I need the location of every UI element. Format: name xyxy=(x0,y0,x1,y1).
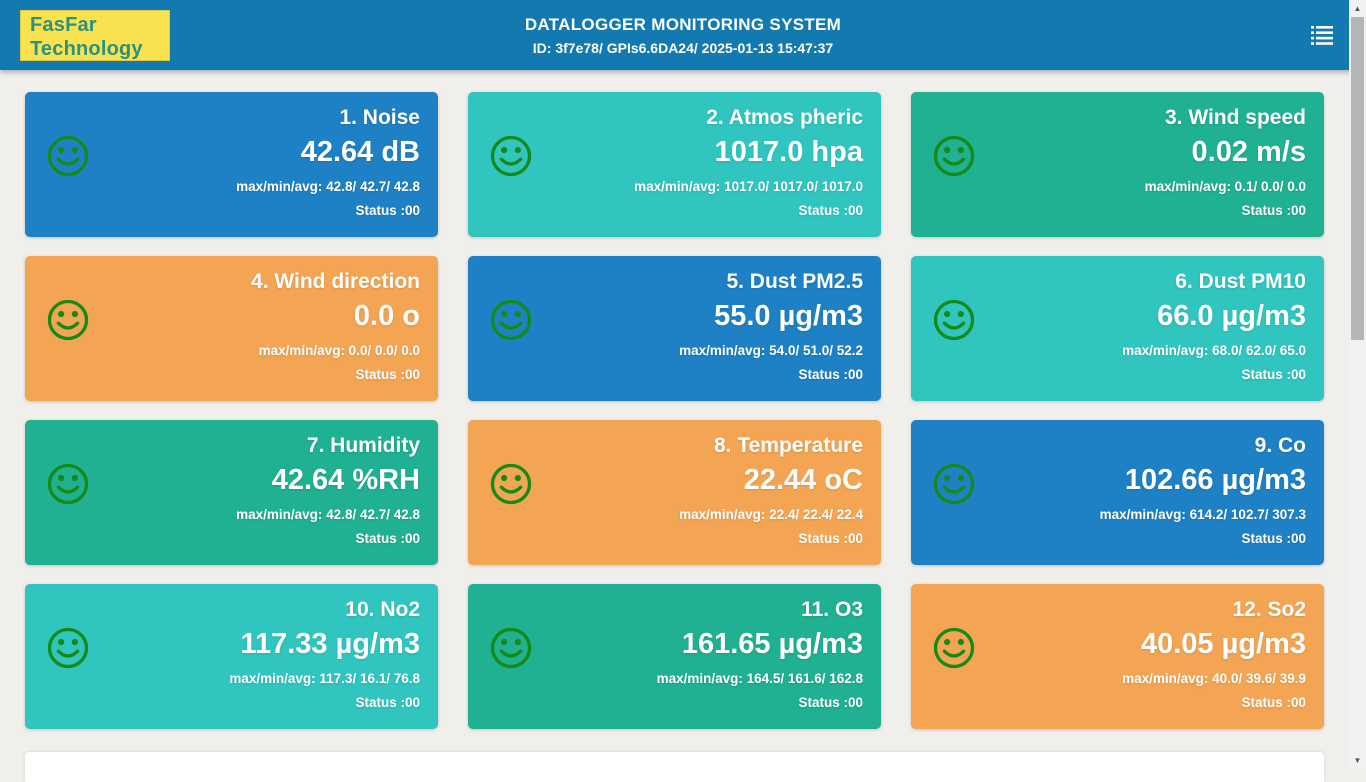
sensor-stats: max/min/avg: 1017.0/ 1017.0/ 1017.0 xyxy=(634,174,863,199)
sensor-card-co[interactable]: 9. Co 102.66 µg/m3 max/min/avg: 614.2/ 1… xyxy=(911,420,1324,565)
sensor-status: Status :00 xyxy=(1241,691,1306,715)
sensor-title: 10. No2 xyxy=(345,596,420,624)
sensor-title: 6. Dust PM10 xyxy=(1175,268,1306,296)
sensor-card-o3[interactable]: 11. O3 161.65 µg/m3 max/min/avg: 164.5/ … xyxy=(468,584,881,729)
scroll-up-icon[interactable]: ▲ xyxy=(1349,0,1366,16)
sensor-title: 8. Temperature xyxy=(714,432,863,460)
sensor-card-humidity[interactable]: 7. Humidity 42.64 %RH max/min/avg: 42.8/… xyxy=(25,420,438,565)
sensor-value: 117.33 µg/m3 xyxy=(240,624,420,664)
sensor-value: 42.64 dB xyxy=(301,132,420,172)
sensor-stats: max/min/avg: 68.0/ 62.0/ 65.0 xyxy=(1122,338,1306,363)
sensor-title: 11. O3 xyxy=(801,596,863,624)
sensor-value: 40.05 µg/m3 xyxy=(1141,624,1306,664)
sensor-status: Status :00 xyxy=(355,691,420,715)
sensor-value: 102.66 µg/m3 xyxy=(1125,460,1306,500)
sensor-title: 3. Wind speed xyxy=(1165,104,1306,132)
smiley-face-icon xyxy=(489,134,533,178)
device-id-and-timestamp: ID: 3f7e78/ GPIs6.6DA24/ 2025-01-13 15:4… xyxy=(533,40,833,56)
sensor-card-grid: 1. Noise 42.64 dB max/min/avg: 42.8/ 42.… xyxy=(25,92,1324,729)
sensor-stats: max/min/avg: 117.3/ 16.1/ 76.8 xyxy=(229,666,420,691)
sensor-title: 12. So2 xyxy=(1232,596,1306,624)
sensor-stats: max/min/avg: 0.0/ 0.0/ 0.0 xyxy=(259,338,420,363)
sensor-status: Status :00 xyxy=(798,691,863,715)
smiley-face-icon xyxy=(932,134,976,178)
smiley-face-icon xyxy=(46,134,90,178)
sensor-stats: max/min/avg: 54.0/ 51.0/ 52.2 xyxy=(679,338,863,363)
page-title: DATALOGGER MONITORING SYSTEM xyxy=(525,15,841,35)
sensor-card-noise[interactable]: 1. Noise 42.64 dB max/min/avg: 42.8/ 42.… xyxy=(25,92,438,237)
vertical-scrollbar[interactable]: ▲ ▼ xyxy=(1349,0,1366,768)
sensor-value: 55.0 µg/m3 xyxy=(714,296,863,336)
smiley-face-icon xyxy=(932,626,976,670)
next-section-panel xyxy=(25,752,1324,782)
scroll-down-icon[interactable]: ▼ xyxy=(1349,752,1366,768)
sensor-value: 0.02 m/s xyxy=(1192,132,1306,172)
smiley-face-icon xyxy=(46,298,90,342)
sensor-card-wind-speed[interactable]: 3. Wind speed 0.02 m/s max/min/avg: 0.1/… xyxy=(911,92,1324,237)
sensor-title: 9. Co xyxy=(1255,432,1306,460)
sensor-status: Status :00 xyxy=(355,199,420,223)
smiley-face-icon xyxy=(46,626,90,670)
sensor-stats: max/min/avg: 22.4/ 22.4/ 22.4 xyxy=(679,502,863,527)
sensor-value: 22.44 oC xyxy=(744,460,863,500)
sensor-status: Status :00 xyxy=(355,363,420,387)
sensor-title: 1. Noise xyxy=(339,104,420,132)
sensor-status: Status :00 xyxy=(355,527,420,551)
sensor-card-dust-pm10[interactable]: 6. Dust PM10 66.0 µg/m3 max/min/avg: 68.… xyxy=(911,256,1324,401)
sensor-stats: max/min/avg: 0.1/ 0.0/ 0.0 xyxy=(1145,174,1306,199)
sensor-title: 4. Wind direction xyxy=(251,268,420,296)
sensor-value: 42.64 %RH xyxy=(272,460,420,500)
smiley-face-icon xyxy=(932,462,976,506)
sensor-value: 1017.0 hpa xyxy=(715,132,863,172)
sensor-title: 7. Humidity xyxy=(307,432,420,460)
smiley-face-icon xyxy=(46,462,90,506)
sensor-status: Status :00 xyxy=(1241,527,1306,551)
smiley-face-icon xyxy=(489,626,533,670)
sensor-stats: max/min/avg: 42.8/ 42.7/ 42.8 xyxy=(236,502,420,527)
smiley-face-icon xyxy=(489,298,533,342)
list-menu-icon[interactable] xyxy=(1310,25,1334,45)
sensor-card-so2[interactable]: 12. So2 40.05 µg/m3 max/min/avg: 40.0/ 3… xyxy=(911,584,1324,729)
sensor-card-temperature[interactable]: 8. Temperature 22.44 oC max/min/avg: 22.… xyxy=(468,420,881,565)
sensor-stats: max/min/avg: 42.8/ 42.7/ 42.8 xyxy=(236,174,420,199)
app-header: FasFar Technology DATALOGGER MONITORING … xyxy=(0,0,1366,70)
sensor-status: Status :00 xyxy=(798,199,863,223)
sensor-value: 0.0 o xyxy=(354,296,420,336)
sensor-status: Status :00 xyxy=(798,363,863,387)
sensor-title: 5. Dust PM2.5 xyxy=(726,268,863,296)
header-titles: DATALOGGER MONITORING SYSTEM ID: 3f7e78/… xyxy=(0,0,1366,70)
sensor-title: 2. Atmos pheric xyxy=(706,104,863,132)
sensor-stats: max/min/avg: 164.5/ 161.6/ 162.8 xyxy=(657,666,863,691)
sensor-status: Status :00 xyxy=(1241,363,1306,387)
sensor-stats: max/min/avg: 40.0/ 39.6/ 39.9 xyxy=(1122,666,1306,691)
sensor-status: Status :00 xyxy=(1241,199,1306,223)
sensor-value: 161.65 µg/m3 xyxy=(682,624,863,664)
smiley-face-icon xyxy=(932,298,976,342)
sensor-stats: max/min/avg: 614.2/ 102.7/ 307.3 xyxy=(1100,502,1306,527)
sensor-card-wind-direction[interactable]: 4. Wind direction 0.0 o max/min/avg: 0.0… xyxy=(25,256,438,401)
sensor-card-dust-pm25[interactable]: 5. Dust PM2.5 55.0 µg/m3 max/min/avg: 54… xyxy=(468,256,881,401)
smiley-face-icon xyxy=(489,462,533,506)
sensor-status: Status :00 xyxy=(798,527,863,551)
sensor-card-no2[interactable]: 10. No2 117.33 µg/m3 max/min/avg: 117.3/… xyxy=(25,584,438,729)
sensor-value: 66.0 µg/m3 xyxy=(1157,296,1306,336)
sensor-card-atmospheric[interactable]: 2. Atmos pheric 1017.0 hpa max/min/avg: … xyxy=(468,92,881,237)
scrollbar-thumb[interactable] xyxy=(1351,17,1364,340)
